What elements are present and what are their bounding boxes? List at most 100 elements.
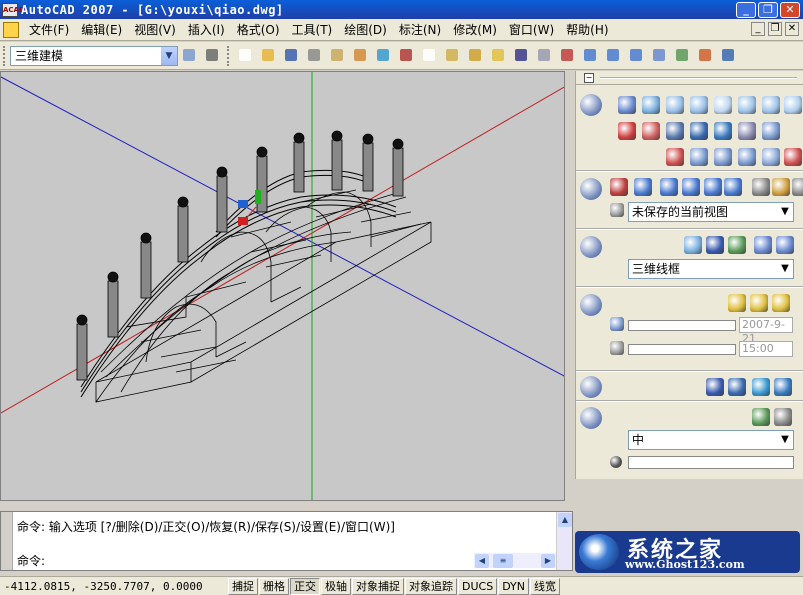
loft-icon[interactable] [762, 122, 780, 140]
menu-help[interactable]: 帮助(H) [560, 21, 614, 38]
torus-icon[interactable] [784, 96, 802, 114]
undo-icon[interactable] [511, 45, 532, 66]
chevron-right-icon[interactable]: ▶ [541, 553, 555, 568]
chevron-down-icon[interactable]: ▼ [778, 432, 792, 448]
menu-modify[interactable]: 修改(M) [447, 21, 503, 38]
toolbar-grip[interactable] [3, 45, 7, 66]
cone-icon[interactable] [690, 96, 708, 114]
orbit-icon[interactable] [660, 178, 678, 196]
status-ortho-button[interactable]: 正交 [290, 577, 320, 595]
chevron-down-icon[interactable]: ▼ [161, 46, 177, 65]
zoom-realtime-icon[interactable] [580, 45, 601, 66]
lights-icon[interactable] [580, 294, 602, 316]
coordinate-readout[interactable]: -4112.0815, -3250.7707, 0.0000 [0, 580, 228, 593]
material-scale-slider[interactable] [628, 456, 794, 469]
calendar-icon[interactable] [610, 317, 624, 331]
zoom-window-icon[interactable] [603, 45, 624, 66]
menu-draw[interactable]: 绘图(D) [338, 21, 393, 38]
3d-wireframe-icon[interactable] [684, 236, 702, 254]
status-dyn-button[interactable]: DYN [498, 577, 530, 595]
print-icon[interactable] [304, 45, 325, 66]
fly-icon[interactable] [724, 178, 742, 196]
command-hscroll[interactable]: ◀ ≡ ▶ [474, 553, 556, 568]
document-icon[interactable] [3, 21, 19, 38]
doc-close-button[interactable]: ✕ [785, 22, 799, 36]
imprint-icon[interactable] [784, 148, 802, 166]
menu-dimension[interactable]: 标注(N) [393, 21, 447, 38]
material-attach-icon[interactable] [752, 408, 770, 426]
union-icon[interactable] [618, 122, 636, 140]
chevron-down-icon[interactable]: ▼ [778, 261, 792, 277]
render-settings-icon[interactable] [752, 378, 770, 396]
status-lineweight-button[interactable]: 线宽 [530, 577, 561, 595]
new-file-icon[interactable] [235, 45, 256, 66]
camera-icon[interactable] [752, 178, 770, 196]
materials-icon[interactable] [580, 407, 602, 429]
status-ducs-button[interactable]: DUCS [458, 577, 498, 595]
minimize-button[interactable]: _ [736, 2, 756, 18]
solid-edit-icon[interactable] [666, 148, 684, 166]
extrude-icon[interactable] [618, 96, 636, 114]
status-grid-button[interactable]: 栅格 [259, 577, 289, 595]
revolve-icon[interactable] [714, 122, 732, 140]
free-orbit-icon[interactable] [682, 178, 700, 196]
chevron-left-icon[interactable]: ◀ [475, 553, 489, 568]
extrude-faces-icon[interactable] [762, 148, 780, 166]
saved-view-dropdown[interactable]: 未保存的当前视图 ▼ [628, 202, 794, 222]
point-light-icon[interactable] [728, 294, 746, 312]
workspace-settings-icon[interactable] [179, 45, 200, 66]
box-icon[interactable] [642, 96, 660, 114]
date-slider[interactable] [628, 320, 736, 331]
time-slider[interactable] [628, 344, 736, 355]
menu-window[interactable]: 窗口(W) [503, 21, 560, 38]
visual-style-manager-icon[interactable] [754, 236, 772, 254]
menu-edit[interactable]: 编辑(E) [75, 21, 128, 38]
match-properties-icon[interactable] [465, 45, 486, 66]
scroll-thumb[interactable]: ≡ [493, 553, 513, 568]
visual-style-dropdown[interactable]: 三维线框 ▼ [628, 259, 794, 279]
subtract-icon[interactable] [642, 122, 660, 140]
workspace-save-icon[interactable] [202, 45, 223, 66]
perspective-icon[interactable] [772, 178, 790, 196]
3d-dwf-icon[interactable] [373, 45, 394, 66]
union-solids-icon[interactable] [690, 148, 708, 166]
open-file-icon[interactable] [258, 45, 279, 66]
publish-icon[interactable] [350, 45, 371, 66]
redo-icon[interactable] [534, 45, 555, 66]
viewport-scrollbar[interactable] [565, 71, 573, 501]
menu-file[interactable]: 文件(F) [23, 21, 75, 38]
paste-icon[interactable] [442, 45, 463, 66]
intersect-icon[interactable] [666, 122, 684, 140]
command-prompt[interactable]: 命令: [17, 552, 45, 569]
zoom-previous-icon[interactable] [626, 45, 647, 66]
spot-light-icon[interactable] [750, 294, 768, 312]
pyramid-icon[interactable] [762, 96, 780, 114]
material-dropdown[interactable]: 中 ▼ [628, 430, 794, 450]
drawing-viewport[interactable] [0, 71, 565, 501]
zoom-icon[interactable] [634, 178, 652, 196]
3d-make-icon[interactable] [580, 94, 602, 116]
render-sphere-icon[interactable] [706, 378, 724, 396]
block-editor-icon[interactable] [488, 45, 509, 66]
material-clear-icon[interactable] [610, 456, 622, 468]
status-otrack-button[interactable]: 对象追踪 [405, 577, 457, 595]
status-osnap-button[interactable]: 对象捕捉 [352, 577, 404, 595]
chevron-up-icon[interactable]: ▲ [558, 513, 572, 527]
render-window-icon[interactable] [774, 378, 792, 396]
properties-icon[interactable] [649, 45, 670, 66]
command-scrollbar[interactable]: ▲ [556, 512, 572, 570]
slice-icon[interactable] [690, 122, 708, 140]
sheet-set-icon[interactable] [718, 45, 739, 66]
doc-minimize-button[interactable]: _ [751, 22, 765, 36]
date-value[interactable]: 2007-9-21 [739, 317, 793, 345]
command-window-grip[interactable] [1, 512, 13, 570]
menu-view[interactable]: 视图(V) [128, 21, 182, 38]
workspace-select[interactable]: 三维建模 ▼ [10, 45, 178, 66]
design-center-icon[interactable] [672, 45, 693, 66]
distant-light-icon[interactable] [772, 294, 790, 312]
3d-navigate-icon[interactable] [580, 178, 602, 200]
plot-preview-icon[interactable] [327, 45, 348, 66]
sweep-icon[interactable] [738, 122, 756, 140]
cut-icon[interactable] [396, 45, 417, 66]
wedge-icon[interactable] [666, 96, 684, 114]
